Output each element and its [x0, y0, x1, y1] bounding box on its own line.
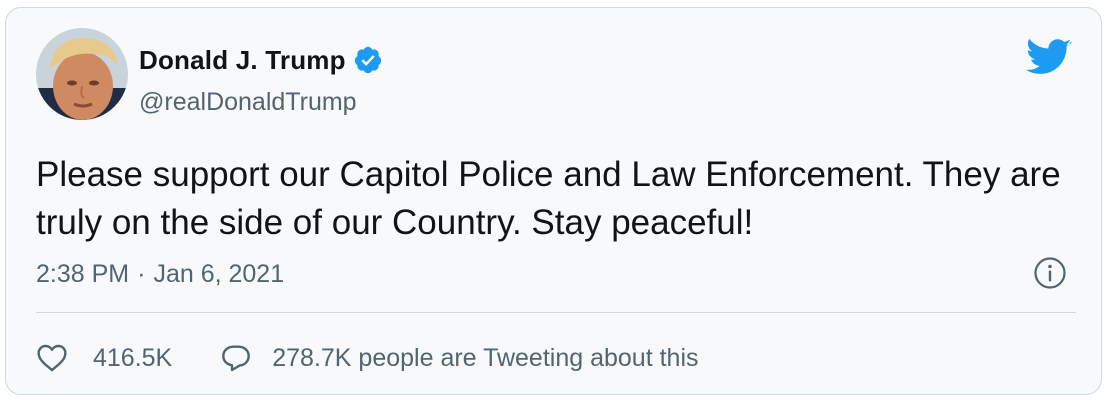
- conversation-link[interactable]: 278.7K people are Tweeting about this: [220, 342, 699, 374]
- author-display-name[interactable]: Donald J. Trump: [139, 45, 346, 76]
- verified-badge-icon: [353, 45, 383, 75]
- conversation-text: 278.7K people are Tweeting about this: [272, 343, 699, 372]
- twitter-bird-icon[interactable]: [1026, 38, 1072, 78]
- tweet-timestamp[interactable]: 2:38 PM · Jan 6, 2021: [36, 260, 284, 289]
- avatar-photo: [36, 28, 128, 120]
- heart-icon: [37, 344, 67, 372]
- tweet-text: Please support our Capitol Police and La…: [36, 155, 1061, 242]
- divider: [36, 312, 1076, 313]
- info-icon[interactable]: [1033, 256, 1067, 290]
- avatar[interactable]: [36, 28, 128, 120]
- like-button[interactable]: 416.5K: [36, 342, 172, 374]
- tweet-card[interactable]: Donald J. Trump @realDonaldTrump Please …: [5, 7, 1102, 395]
- timestamp-separator: ·: [137, 260, 146, 288]
- tweet-date[interactable]: Jan 6, 2021: [153, 260, 284, 289]
- speech-bubble-icon: [222, 345, 251, 372]
- author-name-row: Donald J. Trump: [139, 44, 383, 76]
- tweet-actions: 416.5K 278.7K people are Tweeting about …: [36, 338, 699, 378]
- author-handle[interactable]: @realDonaldTrump: [139, 88, 357, 117]
- like-count: 416.5K: [93, 343, 173, 372]
- tweet-time[interactable]: 2:38 PM: [36, 260, 129, 289]
